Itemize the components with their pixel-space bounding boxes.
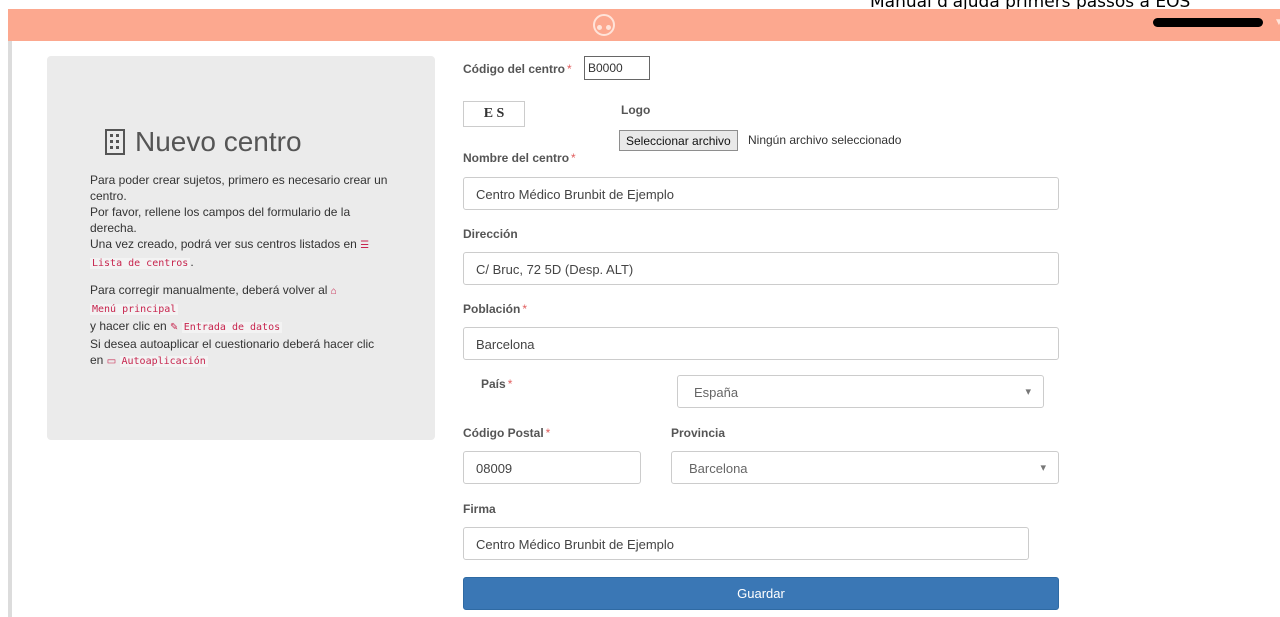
required-mark: * bbox=[545, 426, 551, 440]
user-menu-redacted[interactable] bbox=[1153, 18, 1263, 27]
save-button[interactable]: Guardar bbox=[463, 577, 1059, 610]
self-application-link[interactable]: Autoaplicación bbox=[119, 356, 208, 367]
info-panel: Nuevo centro Para poder crear sujetos, p… bbox=[47, 56, 435, 440]
instruction-text: Para poder crear sujetos, primero es nec… bbox=[90, 173, 388, 203]
panel-instructions: Para poder crear sujetos, primero es nec… bbox=[90, 173, 388, 367]
city-label-text: Población bbox=[463, 302, 521, 316]
chevron-down-icon[interactable]: ▼ bbox=[1274, 17, 1280, 28]
home-icon: ⌂ bbox=[330, 286, 337, 297]
center-code-label-text: Código del centro bbox=[463, 62, 565, 76]
left-divider bbox=[8, 41, 12, 617]
pencil-icon: ✎ bbox=[170, 322, 179, 333]
center-logo-image: E S bbox=[463, 101, 525, 127]
centers-list-link[interactable]: Lista de centros bbox=[90, 258, 191, 269]
data-entry-link[interactable]: Entrada de datos bbox=[181, 322, 283, 333]
center-name-label-text: Nombre del centro bbox=[463, 151, 570, 165]
page-title: Nuevo centro bbox=[135, 126, 302, 157]
list-icon: ☰ bbox=[360, 240, 370, 251]
center-code-input[interactable]: B0000 bbox=[584, 56, 650, 80]
center-name-input[interactable]: Centro Médico Brunbit de Ejemplo bbox=[463, 177, 1059, 210]
instruction-text: Por favor, rellene los campos del formul… bbox=[90, 205, 351, 235]
required-mark: * bbox=[522, 302, 528, 316]
postal-code-input[interactable]: 08009 bbox=[463, 451, 641, 484]
instruction-text: y hacer clic en bbox=[90, 319, 167, 333]
province-select[interactable]: Barcelona bbox=[671, 451, 1059, 484]
logo-text: E S bbox=[483, 106, 505, 121]
province-label: Provincia bbox=[671, 426, 726, 440]
select-file-button[interactable]: Seleccionar archivo bbox=[619, 130, 738, 151]
required-mark: * bbox=[567, 62, 572, 76]
address-input[interactable]: C/ Bruc, 72 5D (Desp. ALT) bbox=[463, 252, 1059, 285]
required-mark: * bbox=[507, 377, 513, 391]
country-select[interactable]: España bbox=[677, 375, 1044, 408]
main-menu-link[interactable]: Menú principal bbox=[90, 304, 179, 315]
country-label-text: País bbox=[481, 377, 506, 391]
file-status-text: Ningún archivo seleccionado bbox=[748, 133, 902, 147]
instruction-text: Una vez creado, podrá ver sus centros li… bbox=[90, 237, 357, 251]
city-label: Población * bbox=[463, 302, 527, 316]
required-mark: * bbox=[571, 151, 576, 165]
monitor-icon: ▭ bbox=[106, 356, 117, 367]
province-select-value: Barcelona bbox=[689, 461, 748, 476]
logo-label: Logo bbox=[621, 103, 651, 117]
country-label: País * bbox=[481, 377, 512, 391]
panel-heading: Nuevo centro bbox=[105, 126, 302, 158]
center-code-label: Código del centro * bbox=[463, 62, 572, 76]
postal-code-label: Código Postal * bbox=[463, 426, 550, 440]
city-input[interactable]: Barcelona bbox=[463, 327, 1059, 360]
country-select-value: España bbox=[694, 385, 739, 400]
center-name-label: Nombre del centro * bbox=[463, 151, 576, 165]
address-label: Dirección bbox=[463, 227, 518, 241]
instruction-text: Para corregir manualmente, deberá volver… bbox=[90, 283, 328, 297]
top-navbar: ▼ bbox=[8, 9, 1280, 41]
signature-label: Firma bbox=[463, 502, 496, 516]
signature-input[interactable]: Centro Médico Brunbit de Ejemplo bbox=[463, 527, 1029, 560]
building-icon bbox=[105, 129, 125, 155]
postal-code-label-text: Código Postal bbox=[463, 426, 544, 440]
app-logo-icon[interactable] bbox=[593, 14, 615, 36]
